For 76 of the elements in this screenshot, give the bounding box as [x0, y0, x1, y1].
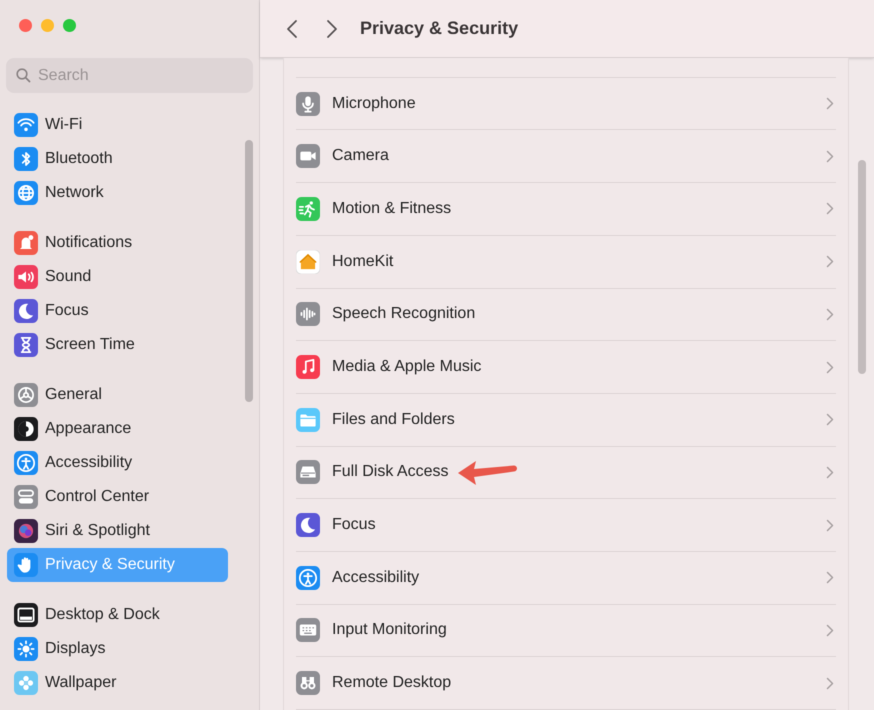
chevron-icon	[826, 466, 834, 479]
chevron-icon	[826, 676, 834, 690]
chevron-icon	[826, 518, 834, 532]
speaker-icon	[14, 265, 38, 289]
chevron-icon	[826, 413, 834, 426]
sidebar-item[interactable]: Accessibility	[7, 446, 228, 480]
bell-icon	[14, 231, 38, 255]
sidebar-item[interactable]: Wallpaper	[7, 666, 228, 700]
settings-row[interactable]: Focus	[296, 499, 836, 552]
sidebar-item[interactable]: Siri & Spotlight	[7, 514, 228, 548]
close-button[interactable]	[19, 19, 32, 32]
accessibility-icon	[296, 566, 320, 590]
settings-row[interactable]: Full Disk Access	[296, 446, 836, 500]
sidebar-item[interactable]: Displays	[7, 632, 228, 666]
scrollbar[interactable]	[245, 140, 253, 402]
settings-row[interactable]: Input Monitoring	[296, 604, 836, 658]
running-figure-icon	[296, 196, 320, 221]
sidebar-item[interactable]: Appearance	[7, 412, 228, 446]
settings-row[interactable]: Microphone	[296, 78, 836, 130]
zoom-button[interactable]	[63, 19, 76, 32]
sidebar-item[interactable]: Sound	[7, 260, 228, 294]
wifi-icon	[14, 113, 38, 137]
globe-icon	[14, 181, 38, 205]
accessibility-icon	[14, 451, 38, 475]
settings-row[interactable]: Media & Apple Music	[296, 341, 836, 394]
window-title: Privacy & Security	[360, 17, 518, 40]
settings-row[interactable]: Motion & Fitness	[296, 183, 836, 236]
forward-icon[interactable]	[326, 18, 338, 38]
keyboard-icon	[296, 618, 320, 642]
binoculars-icon	[296, 671, 320, 696]
chevron-icon	[826, 255, 834, 268]
sidebar-item[interactable]: Wi-Fi	[7, 108, 228, 142]
chevron-icon	[826, 571, 834, 584]
hand-icon	[14, 553, 38, 577]
minimize-button[interactable]	[41, 19, 54, 32]
settings-row[interactable]: Remote Desktop	[296, 657, 836, 710]
search-icon	[16, 68, 31, 83]
settings-row[interactable]: HomeKit	[296, 236, 836, 288]
moon-icon	[296, 513, 320, 538]
settings-row[interactable]: Accessibility	[296, 552, 836, 605]
microphone-icon	[296, 92, 320, 116]
orb-icon	[14, 519, 38, 543]
bluetooth-icon	[14, 147, 38, 171]
hourglass-icon	[14, 333, 38, 357]
music-note-icon	[296, 355, 320, 380]
appearance-icon	[14, 417, 38, 441]
toggles-icon	[14, 485, 38, 509]
dock-icon	[14, 603, 38, 627]
back-icon[interactable]	[286, 18, 298, 38]
chevron-icon	[826, 308, 834, 321]
house-icon	[296, 250, 320, 274]
folder-icon	[296, 408, 320, 432]
sidebar-item[interactable]: Desktop & Dock	[7, 598, 228, 632]
chevron-icon	[826, 360, 834, 374]
camera-icon	[296, 144, 320, 168]
chevron-icon	[826, 202, 834, 216]
chevron-icon	[826, 97, 834, 110]
flower-icon	[14, 671, 38, 695]
sun-icon	[14, 637, 38, 661]
sidebar-item[interactable]: Focus	[7, 294, 228, 328]
settings-row[interactable]: Camera	[296, 130, 836, 184]
sidebar-item[interactable]: Screen Time	[7, 328, 228, 362]
search-field[interactable]: Search	[6, 58, 253, 93]
sidebar-item[interactable]: General	[7, 378, 228, 412]
sidebar-item[interactable]: Bluetooth	[7, 142, 228, 176]
chevron-icon	[826, 624, 834, 637]
gear-icon	[14, 383, 38, 407]
chevron-icon	[826, 150, 834, 163]
scrollbar[interactable]	[858, 160, 866, 374]
settings-row[interactable]: Speech Recognition	[296, 288, 836, 342]
sidebar-item[interactable]: Control Center	[7, 480, 228, 514]
sidebar-item[interactable]: Notifications	[7, 226, 228, 260]
sidebar-item[interactable]: Network	[7, 176, 228, 210]
waveform-icon	[296, 302, 320, 326]
settings-row[interactable]: Files and Folders	[296, 394, 836, 447]
moon-icon	[14, 299, 38, 323]
